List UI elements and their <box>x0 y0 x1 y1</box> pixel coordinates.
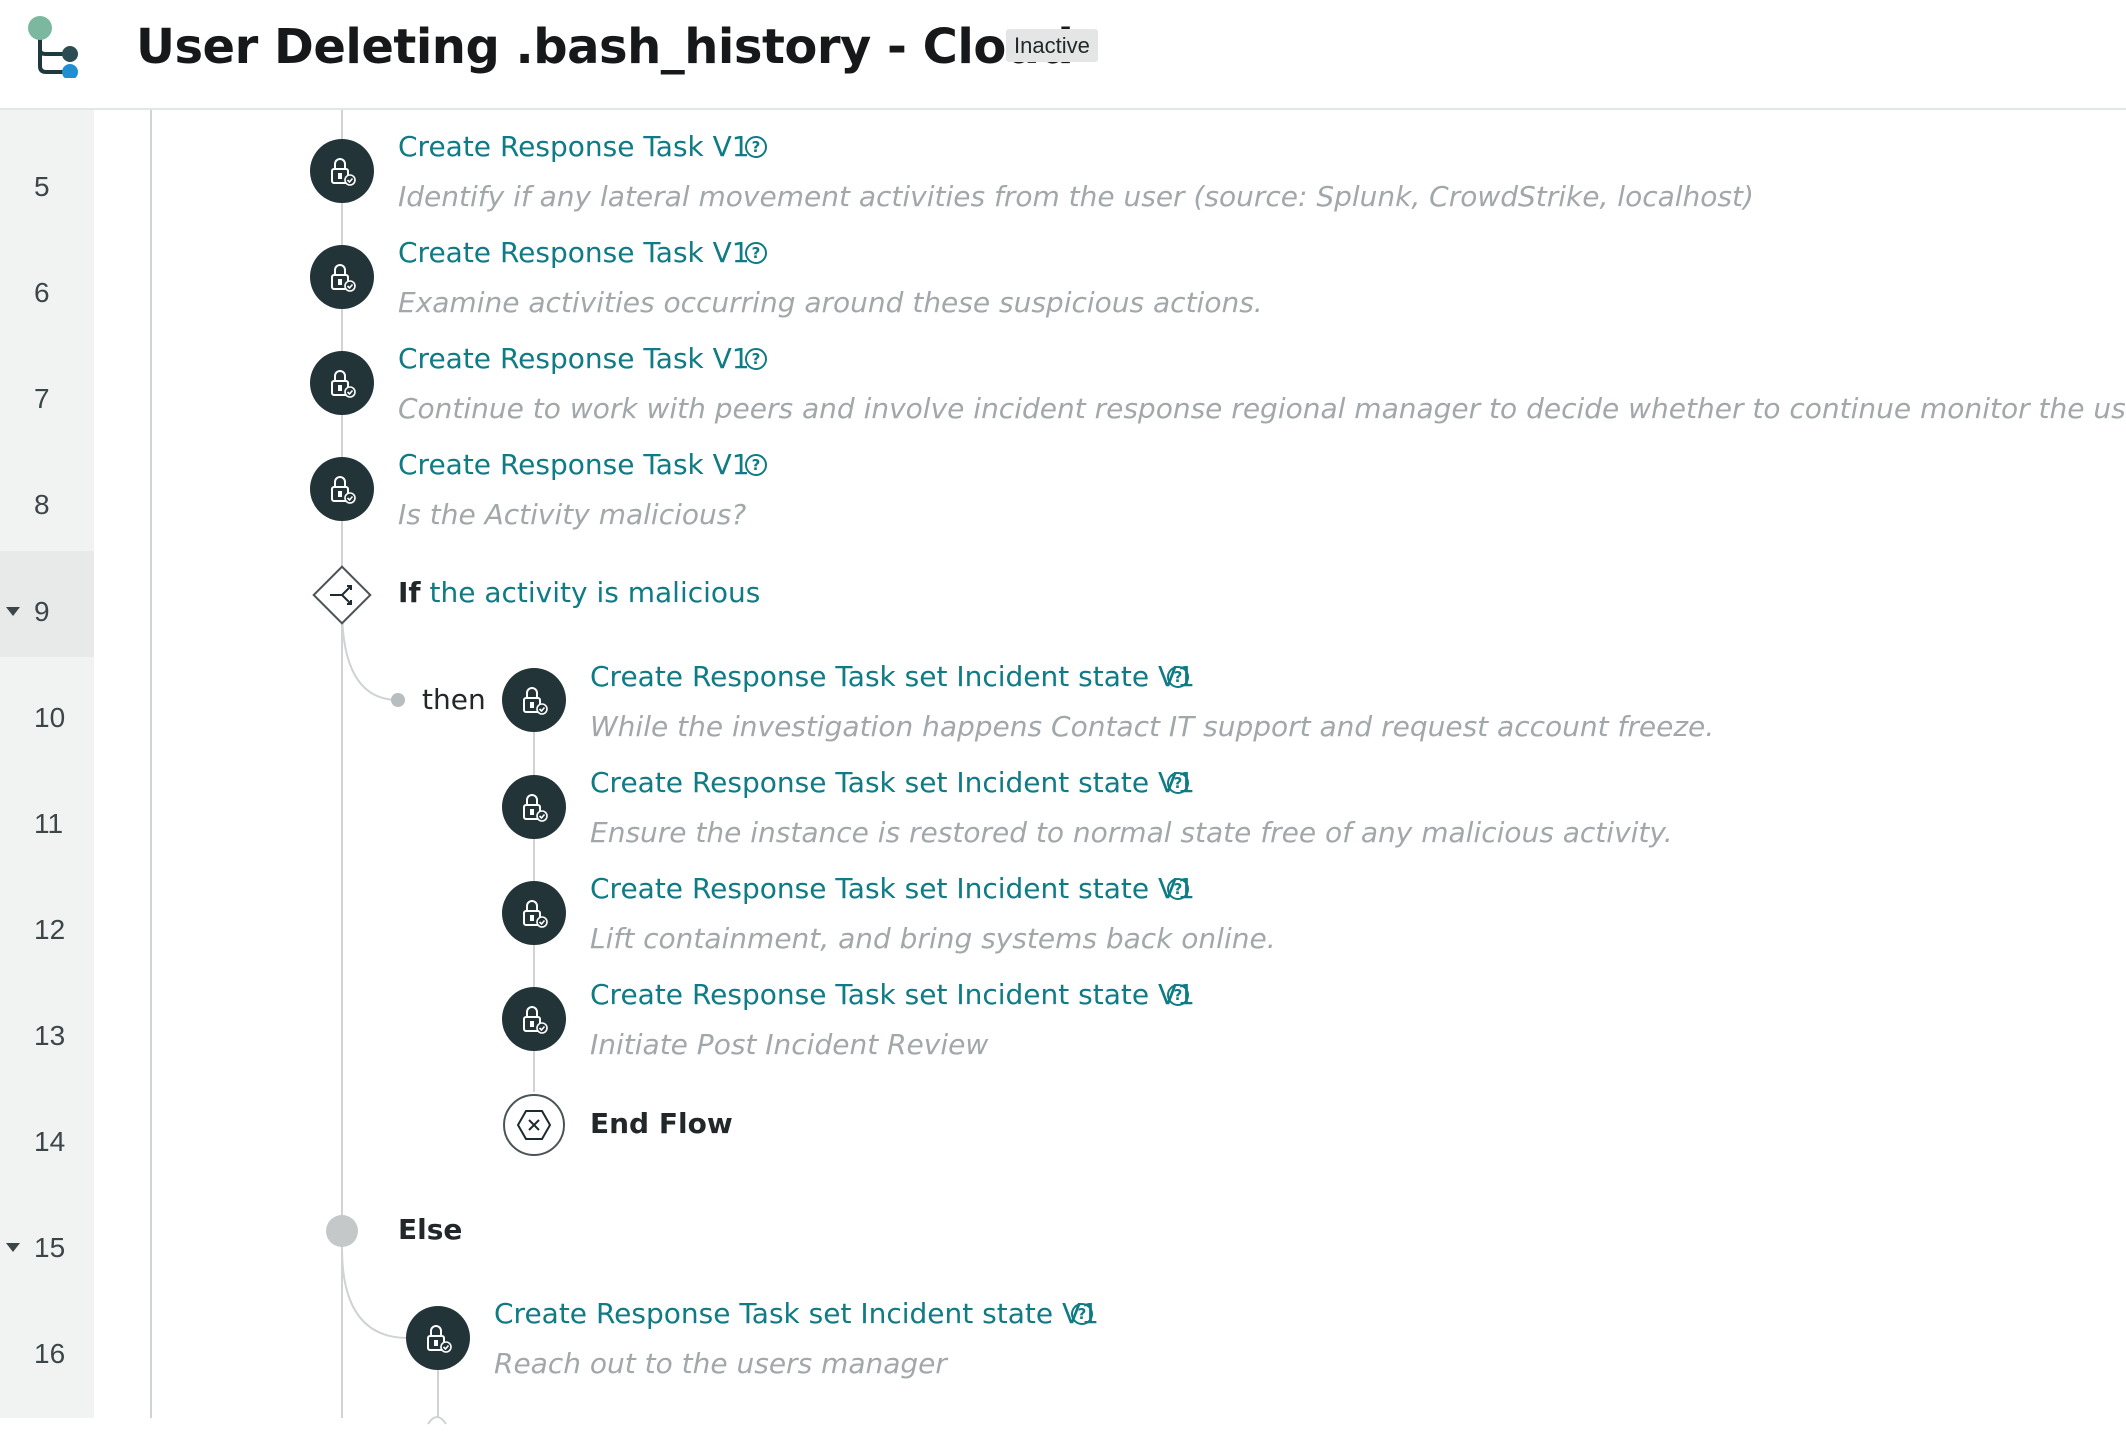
lock-task-icon[interactable] <box>502 668 566 732</box>
step-title-link[interactable]: Create Response Task set Incident state … <box>590 975 1195 1015</box>
condition-label[interactable]: If the activity is malicious <box>398 573 760 613</box>
step-title-link[interactable]: Create Response Task V1 <box>398 127 750 167</box>
help-icon[interactable]: ? <box>1167 772 1189 794</box>
lock-task-icon[interactable] <box>406 1306 470 1370</box>
step-title-link[interactable]: Create Response Task set Incident state … <box>590 657 1195 697</box>
lock-task-icon[interactable] <box>502 775 566 839</box>
step-title-link[interactable]: Create Response Task set Incident state … <box>590 869 1195 909</box>
help-icon[interactable]: ? <box>745 348 767 370</box>
step-description: Identify if any lateral movement activit… <box>398 180 1754 213</box>
step-description: Continue to work with peers and involve … <box>398 392 2126 425</box>
step-description: Reach out to the users manager <box>494 1347 947 1380</box>
lock-task-icon[interactable] <box>502 881 566 945</box>
condition-text-link[interactable]: the activity is malicious <box>430 576 761 609</box>
step-description: Ensure the instance is restored to norma… <box>590 816 1673 849</box>
help-icon[interactable]: ? <box>1071 1303 1093 1325</box>
step-description: Is the Activity malicious? <box>398 498 747 531</box>
step-description: Examine activities occurring around thes… <box>398 286 1263 319</box>
end-flow-icon[interactable] <box>502 1093 566 1157</box>
step-description: Lift containment, and bring systems back… <box>590 922 1276 955</box>
help-icon[interactable]: ? <box>1167 666 1189 688</box>
help-icon[interactable]: ? <box>1167 984 1189 1006</box>
else-label: Else <box>398 1213 463 1246</box>
step-title-link[interactable]: Create Response Task set Incident state … <box>590 763 1195 803</box>
if-keyword: If <box>398 576 421 609</box>
lock-task-icon[interactable] <box>310 351 374 415</box>
branch-icon[interactable] <box>308 561 376 629</box>
step-title-link[interactable]: Create Response Task V1 <box>398 233 750 273</box>
step-title-link[interactable]: Create Response Task set Incident state … <box>494 1294 1099 1334</box>
help-icon[interactable]: ? <box>745 136 767 158</box>
step-title-link[interactable]: Create Response Task V1 <box>398 339 750 379</box>
step-title-link[interactable]: Create Response Task V1 <box>398 445 750 485</box>
lock-task-icon[interactable] <box>310 245 374 309</box>
then-label: then <box>422 683 486 716</box>
else-node-dot[interactable] <box>326 1215 358 1247</box>
lock-task-icon[interactable] <box>310 139 374 203</box>
help-icon[interactable]: ? <box>745 454 767 476</box>
end-flow-label: End Flow <box>590 1107 733 1140</box>
step-description: While the investigation happens Contact … <box>590 710 1715 743</box>
lock-task-icon[interactable] <box>310 457 374 521</box>
help-icon[interactable]: ? <box>745 242 767 264</box>
step-description: Initiate Post Incident Review <box>590 1028 989 1061</box>
lock-task-icon[interactable] <box>502 987 566 1051</box>
help-icon[interactable]: ? <box>1167 878 1189 900</box>
